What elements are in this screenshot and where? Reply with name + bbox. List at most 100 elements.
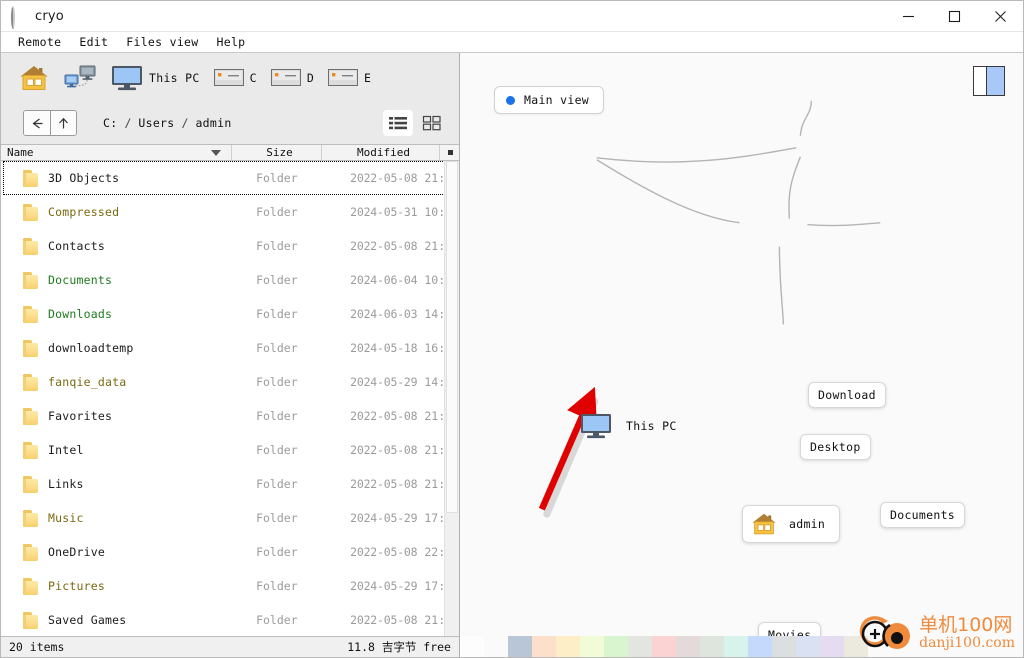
breadcrumb-item-users[interactable]: Users — [134, 114, 178, 132]
color-swatch[interactable] — [772, 636, 796, 657]
toolbar-item-network[interactable] — [63, 65, 97, 91]
table-row[interactable]: Favorites Folder 2022-05-08 21:24 — [1, 399, 459, 433]
menu-bar: Remote Edit Files view Help — [1, 32, 1023, 53]
folder-icon — [23, 543, 38, 561]
graph-node-documents[interactable]: Documents — [880, 502, 966, 528]
file-size-cell: Folder — [256, 273, 298, 287]
graph-node-label-desktop: Desktop — [810, 440, 861, 454]
color-swatch[interactable] — [508, 636, 532, 657]
toolbar-item-this-pc[interactable]: This PC — [111, 65, 200, 91]
file-list-scrollbar[interactable] — [444, 161, 459, 636]
toolbar-item-home[interactable] — [19, 64, 49, 92]
watermark-cn: 单机100网 — [919, 613, 1013, 636]
file-size-cell: Folder — [256, 409, 298, 423]
color-swatch[interactable] — [532, 636, 556, 657]
table-row[interactable]: OneDrive Folder 2022-05-08 22:12 — [1, 535, 459, 569]
color-swatch[interactable] — [604, 636, 628, 657]
file-size-cell: Folder — [256, 239, 298, 253]
table-row[interactable]: Downloads Folder 2024-06-03 14:58 — [1, 297, 459, 331]
status-bar: 20 items 11.8 吉字节 free — [1, 636, 459, 657]
breadcrumb-item-drive[interactable]: C: — [99, 114, 121, 132]
breadcrumb-item-admin[interactable]: admin — [191, 114, 235, 132]
table-row[interactable]: Links Folder 2022-05-08 21:24 — [1, 467, 459, 501]
list-view-icon[interactable] — [383, 110, 413, 136]
column-headers: Name Size Modified — [1, 144, 459, 161]
arrow-left-icon[interactable] — [24, 111, 50, 135]
file-size-cell: Folder — [256, 545, 298, 559]
title-bar: cryo — [1, 1, 1023, 32]
color-swatch[interactable] — [556, 636, 580, 657]
table-row[interactable]: Pictures Folder 2024-05-29 17:55 — [1, 569, 459, 603]
file-name-cell: Downloads — [1, 305, 220, 323]
file-name-cell: Pictures — [1, 577, 220, 595]
close-icon[interactable] — [977, 1, 1023, 32]
color-swatch[interactable] — [820, 636, 844, 657]
graph-node-admin[interactable]: admin — [742, 505, 841, 543]
menu-item-files-view[interactable]: Files view — [117, 32, 207, 52]
grid-view-icon[interactable] — [417, 110, 447, 136]
view-toggle-group — [383, 110, 447, 136]
graph-node-label-admin: admin — [789, 517, 826, 531]
file-size-cell: Folder — [256, 477, 298, 491]
column-header-size[interactable]: Size — [231, 145, 321, 160]
toolbar-item-drive-e[interactable]: E — [328, 69, 371, 86]
navigation-bar: C: / Users / admin — [1, 102, 459, 144]
table-row[interactable]: Contacts Folder 2022-05-08 21:24 — [1, 229, 459, 263]
folder-icon — [23, 237, 38, 255]
graph-node-this-pc[interactable]: This PC — [580, 413, 677, 439]
graph-node-download[interactable]: Download — [808, 382, 886, 408]
folder-icon — [23, 373, 38, 391]
file-size-cell: Folder — [256, 579, 298, 593]
main-view-label: Main view — [524, 93, 590, 107]
split-panel-icon[interactable] — [973, 66, 1005, 96]
color-swatch[interactable] — [628, 636, 652, 657]
table-row[interactable]: Intel Folder 2022-05-08 21:39 — [1, 433, 459, 467]
file-name-cell: downloadtemp — [1, 339, 220, 357]
file-size-cell: Folder — [256, 511, 298, 525]
column-header-modified[interactable]: Modified — [321, 145, 439, 160]
graph-node-desktop[interactable]: Desktop — [800, 434, 871, 460]
color-swatch[interactable] — [460, 636, 484, 657]
color-swatch[interactable] — [700, 636, 724, 657]
toolbar-label-drive-e: E — [364, 70, 372, 85]
color-swatch[interactable] — [580, 636, 604, 657]
status-item-count: 20 items — [9, 640, 65, 654]
color-swatch[interactable] — [796, 636, 820, 657]
file-name-label: Compressed — [48, 205, 120, 219]
minimize-icon[interactable] — [885, 1, 931, 32]
arrow-up-icon[interactable] — [50, 111, 76, 135]
table-row[interactable]: Compressed Folder 2024-05-31 10:20 — [1, 195, 459, 229]
color-swatch[interactable] — [748, 636, 772, 657]
color-swatch-strip[interactable] — [460, 636, 868, 657]
maximize-icon[interactable] — [931, 1, 977, 32]
table-row[interactable]: 3D Objects Folder 2022-05-08 21:24 — [1, 161, 459, 195]
table-row[interactable]: Saved Games Folder 2022-05-08 21:24 — [1, 603, 459, 636]
home-house-icon — [19, 64, 49, 92]
window-controls — [885, 1, 1023, 32]
scrollbar-thumb[interactable] — [446, 161, 458, 513]
drive-icon — [213, 69, 244, 86]
toolbar-item-drive-d[interactable]: D — [270, 69, 314, 86]
table-row[interactable]: fanqie_data Folder 2024-05-29 14:22 — [1, 365, 459, 399]
column-header-name[interactable]: Name — [1, 145, 231, 160]
file-size-cell: Folder — [256, 375, 298, 389]
menu-item-help[interactable]: Help — [208, 32, 255, 52]
graph-pane: This PC Download Desktop admin Documents… — [460, 53, 1023, 657]
table-row[interactable]: Documents Folder 2024-06-04 10:19 — [1, 263, 459, 297]
menu-item-remote[interactable]: Remote — [9, 32, 70, 52]
file-date-cell: 2022-05-08 — [350, 545, 418, 559]
file-date-cell: 2024-06-04 — [350, 273, 418, 287]
folder-icon — [23, 407, 38, 425]
color-swatch[interactable] — [724, 636, 748, 657]
main-view-chip[interactable]: Main view — [494, 86, 605, 114]
file-name-cell: Contacts — [1, 237, 220, 255]
color-swatch[interactable] — [484, 636, 508, 657]
color-swatch[interactable] — [676, 636, 700, 657]
toolbar-item-drive-c[interactable]: C — [213, 69, 257, 86]
color-swatch[interactable] — [652, 636, 676, 657]
column-header-extra[interactable] — [439, 145, 459, 160]
file-size-cell: Folder — [256, 171, 298, 185]
menu-item-edit[interactable]: Edit — [70, 32, 117, 52]
table-row[interactable]: Music Folder 2024-05-29 17:55 — [1, 501, 459, 535]
table-row[interactable]: downloadtemp Folder 2024-05-18 16:23 — [1, 331, 459, 365]
